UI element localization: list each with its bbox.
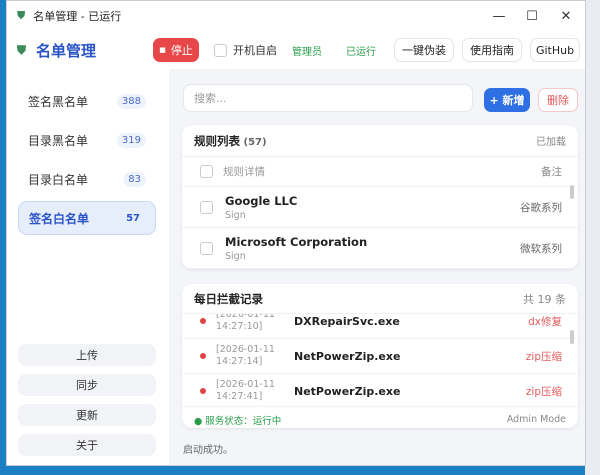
rule-name: Microsoft Corporation (225, 234, 368, 249)
shield-icon: ⛊ (17, 9, 26, 22)
sidebar-item-sign-blacklist[interactable]: 签名黑名单 388 (18, 84, 156, 118)
rule-type: Sign (225, 250, 246, 262)
close-button[interactable]: ✕ (549, 1, 583, 31)
log-total: 共 19 条 (523, 292, 566, 306)
row-checkbox[interactable] (200, 200, 213, 214)
status-bar-text: 启动成功。 (183, 445, 233, 456)
sidebar-item-dir-whitelist[interactable]: 目录白名单 83 (18, 162, 156, 196)
stop-icon: ■ (159, 46, 166, 54)
rules-state: 已加载 (536, 137, 566, 148)
log-footer: ● 服务状态：运行中 Admin Mode (182, 406, 578, 428)
nav-label: 目录白名单 (28, 172, 89, 187)
github-button[interactable]: GitHub (530, 38, 580, 62)
list-item: [2026-01-11 14:27:14] NetPowerZip.exe zip压… (182, 339, 578, 374)
sync-button[interactable]: 同步 (18, 374, 156, 396)
admin-badge: 管理员 (292, 47, 322, 58)
about-button[interactable]: 关于 (18, 434, 156, 456)
count-badge: 83 (123, 171, 146, 187)
log-tag: dx修复 (528, 315, 562, 328)
rules-scrollbar[interactable] (570, 185, 574, 199)
col-detail: 规则详情 (223, 166, 265, 178)
log-card: 每日拦截记录 共 19 条 [2026-01-11 14:27:10] DXRepa… (182, 284, 578, 428)
sidebar: 签名黑名单 388 目录黑名单 319 目录白名单 83 签名白名单 57 上传 同步 … (7, 69, 169, 465)
alert-dot-icon (200, 318, 206, 324)
log-exe: NetPowerZip.exe (294, 349, 401, 363)
window-title: 名单管理 - 已运行 (33, 10, 122, 23)
row-checkbox[interactable] (200, 241, 213, 255)
log-tag: zip压缩 (525, 350, 562, 363)
sidebar-item-dir-blacklist[interactable]: 目录黑名单 319 (18, 123, 156, 157)
add-button[interactable]: + 新增 (484, 88, 530, 112)
rule-note: 谷歌系列 (520, 201, 562, 214)
autostart-label: 开机自启 (233, 44, 277, 57)
title-bar: ⛊ 名单管理 - 已运行 — ☐ ✕ (7, 1, 585, 31)
delete-button[interactable]: 删除 (538, 88, 578, 112)
update-button[interactable]: 更新 (18, 404, 156, 426)
nav-label: 签名白名单 (29, 211, 90, 226)
list-item: [2026-01-11 14:27:41] NetPowerZip.exe zip压… (182, 374, 578, 406)
header: ⛊ 名单管理 ■ 停止 开机自启 管理员 已运行 一键伪装 使用指南 GitHub (7, 31, 585, 69)
alert-dot-icon (200, 353, 206, 359)
rule-name: Google LLC (225, 193, 298, 208)
stop-label: 停止 (170, 44, 193, 57)
log-exe: NetPowerZip.exe (294, 384, 401, 398)
log-time: [2026-01-11 14:27:10] (216, 314, 275, 332)
nav-label: 签名黑名单 (28, 94, 89, 109)
select-all-checkbox[interactable] (200, 165, 213, 178)
rule-note: 微软系列 (520, 242, 562, 255)
count-badge: 57 (126, 212, 140, 224)
disguise-button[interactable]: 一键伪装 (394, 38, 454, 62)
log-time: [2026-01-11 14:27:14] (216, 344, 275, 367)
upload-button[interactable]: 上传 (18, 344, 156, 366)
running-badge: 已运行 (346, 47, 376, 58)
count-badge: 388 (116, 93, 146, 109)
minimize-button[interactable]: — (482, 1, 516, 31)
log-exe: DXRepairSvc.exe (294, 314, 400, 328)
table-row[interactable]: Microsoft Corporation Sign 微软系列 (182, 228, 578, 269)
rules-count: (57) (243, 136, 267, 148)
rules-column-header: 规则详情 备注 (182, 157, 578, 187)
mode-label: Admin Mode (506, 414, 566, 425)
search-input[interactable]: 搜索... (183, 84, 473, 112)
log-header: 每日拦截记录 共 19 条 (182, 284, 578, 314)
col-note: 备注 (541, 166, 562, 178)
log-tag: zip压缩 (525, 385, 562, 398)
log-list: [2026-01-11 14:27:10] DXRepairSvc.exe dx修复… (182, 314, 578, 406)
stop-button[interactable]: ■ 停止 (153, 38, 199, 62)
app-window: ⛊ 名单管理 - 已运行 — ☐ ✕ ⛊ 名单管理 ■ 停止 开机自启 管理员 已运… (6, 0, 586, 466)
desktop-background (585, 0, 600, 475)
alert-dot-icon (200, 388, 206, 394)
log-title: 每日拦截记录 (194, 291, 263, 306)
autostart-checkbox[interactable]: 开机自启 (214, 42, 277, 58)
rules-title: 规则列表 (194, 133, 240, 148)
table-row[interactable]: Google LLC Sign 谷歌系列 (182, 187, 578, 228)
service-status: ● 服务状态：运行中 (194, 415, 282, 427)
rules-header: 规则列表 (57) 已加载 (182, 125, 578, 157)
list-item: [2026-01-11 14:27:10] DXRepairSvc.exe dx修复 (182, 314, 578, 339)
count-badge: 319 (116, 132, 146, 148)
maximize-button[interactable]: ☐ (515, 1, 549, 31)
rule-type: Sign (225, 209, 246, 221)
sidebar-item-sign-whitelist[interactable]: 签名白名单 57 (18, 201, 156, 235)
brand: ⛊ 名单管理 (17, 40, 96, 61)
log-scrollbar[interactable] (570, 330, 574, 344)
shield-icon: ⛊ (17, 43, 27, 57)
guide-button[interactable]: 使用指南 (462, 38, 522, 62)
nav-label: 目录黑名单 (28, 133, 89, 148)
log-time: [2026-01-11 14:27:41] (216, 379, 275, 402)
app-name: 名单管理 (36, 42, 97, 60)
rules-card: 规则列表 (57) 已加载 规则详情 备注 Google LLC Sign 谷歌系列 M… (182, 125, 578, 269)
